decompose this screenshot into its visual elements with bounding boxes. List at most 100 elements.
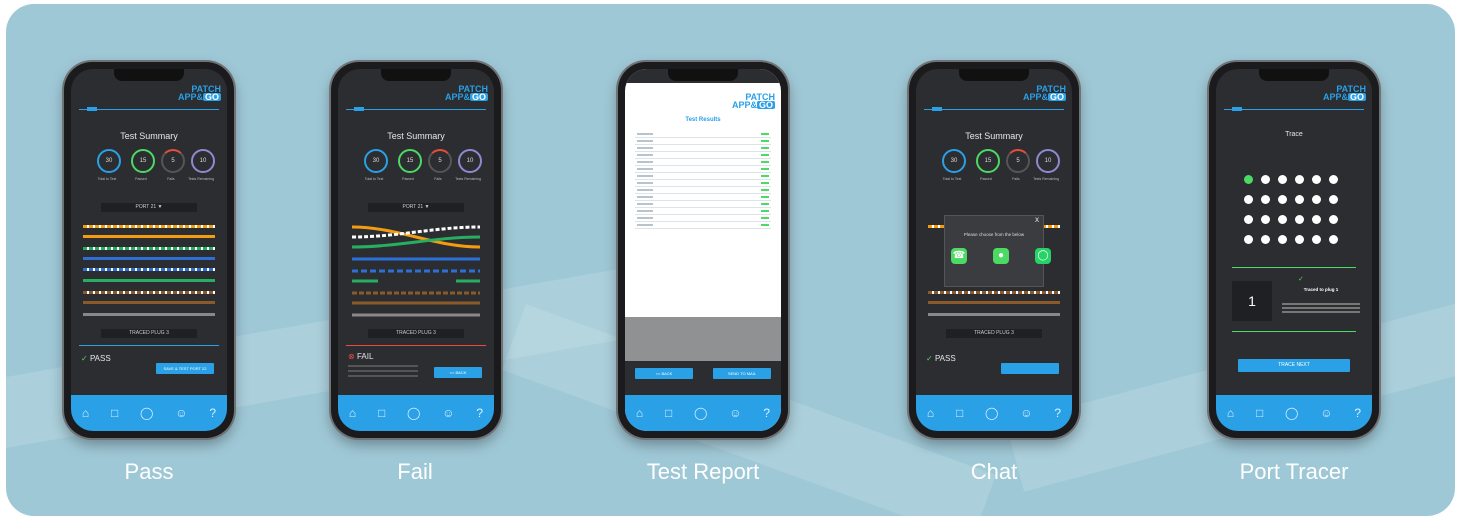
report-row-label [637,189,653,191]
port-dot[interactable] [1278,195,1287,204]
port-select[interactable]: PORT 21 ▼ [368,203,464,212]
fails-circle: 5 [1006,149,1030,173]
user-icon[interactable]: ☺ [442,406,454,420]
port-dot[interactable] [1244,215,1253,224]
send-to-mail-button[interactable]: SEND TO MAIL [713,368,771,379]
report-row [635,194,771,201]
header-tab[interactable] [87,107,97,111]
help-icon[interactable]: ? [1354,406,1361,420]
chat-icon[interactable]: ◯ [407,406,420,420]
folder-icon[interactable]: □ [378,406,385,420]
report-row [635,215,771,222]
trace-next-button[interactable]: TRACE NEXT [1238,359,1350,372]
home-icon[interactable]: ⌂ [636,406,643,420]
wire-8 [928,301,1060,304]
back-button[interactable]: << BACK [434,367,482,378]
screen-fail: PATCH APP& GO Test Summary 30 15 5 10 Tot… [338,69,494,431]
port-dot[interactable] [1261,175,1270,184]
phone-call-icon[interactable]: ☎ [951,248,967,264]
folder-icon[interactable]: □ [111,406,118,420]
whatsapp-icon[interactable]: ◯ [1035,248,1051,264]
user-icon[interactable]: ☺ [729,406,741,420]
port-dot[interactable] [1261,195,1270,204]
folder-icon[interactable]: □ [1256,406,1263,420]
message-icon[interactable]: ● [993,248,1009,264]
home-icon[interactable]: ⌂ [349,406,356,420]
help-icon[interactable]: ? [1054,406,1061,420]
port-dot[interactable] [1329,175,1338,184]
app-logo: PATCH APP& GO [177,84,221,102]
header-tab[interactable] [932,107,942,111]
wire-6 [83,279,215,282]
fail-details [348,365,418,367]
chat-icon[interactable]: ◯ [694,406,707,420]
save-test-button[interactable] [1001,363,1059,374]
report-row-label [637,161,653,163]
port-dot[interactable] [1295,215,1304,224]
header-divider [924,109,1064,110]
port-dot[interactable] [1278,175,1287,184]
header-tab[interactable] [1232,107,1242,111]
wire-5 [83,268,215,271]
help-icon[interactable]: ? [763,406,770,420]
port-dot[interactable] [1312,175,1321,184]
port-dot[interactable] [1278,235,1287,244]
trace-divider-top [1232,267,1356,268]
home-icon[interactable]: ⌂ [82,406,89,420]
report-row-result [761,196,769,198]
summary-title: Test Summary [965,131,1023,141]
header-divider [346,109,486,110]
folder-icon[interactable]: □ [665,406,672,420]
port-grid [1244,175,1344,251]
user-icon[interactable]: ☺ [1020,406,1032,420]
chat-icon[interactable]: ◯ [985,406,998,420]
home-icon[interactable]: ⌂ [927,406,934,420]
report-row [635,201,771,208]
remaining-circle: 10 [1036,149,1060,173]
home-icon[interactable]: ⌂ [1227,406,1234,420]
help-icon[interactable]: ? [476,406,483,420]
report-footer-space [625,317,781,361]
report-row-label [637,154,653,156]
wire-8 [83,301,215,304]
traced-plug: TRACED PLUG 3 [946,329,1042,338]
port-dot[interactable] [1261,235,1270,244]
folder-icon[interactable]: □ [956,406,963,420]
port-dot[interactable] [1244,235,1253,244]
port-dot[interactable] [1312,215,1321,224]
chat-icon[interactable]: ◯ [1285,406,1298,420]
port-dot[interactable] [1312,235,1321,244]
port-dot[interactable] [1329,235,1338,244]
bottom-nav: ⌂ □ ◯ ☺ ? [1216,395,1372,431]
port-dot[interactable] [1278,215,1287,224]
port-dot[interactable] [1244,195,1253,204]
port-dot[interactable] [1329,215,1338,224]
save-test-button[interactable]: SAVE & TEST PORT 22 [156,363,214,374]
port-select[interactable]: PORT 21 ▼ [101,203,197,212]
report-row-label [637,147,653,149]
port-dot[interactable] [1295,175,1304,184]
port-dot[interactable] [1295,235,1304,244]
user-icon[interactable]: ☺ [175,406,187,420]
port-dot[interactable] [1312,195,1321,204]
port-dot[interactable] [1261,215,1270,224]
chat-icon[interactable]: ◯ [140,406,153,420]
user-icon[interactable]: ☺ [1320,406,1332,420]
phone-tracer: PATCH APP& GO Trace 1 ✓ Traced to plug 1 … [1209,62,1379,438]
report-row-result [761,224,769,226]
back-button[interactable]: << BACK [635,368,693,379]
check-icon: ✓ [1298,276,1304,283]
report-row-label [637,175,653,177]
report-row-result [761,217,769,219]
report-row-label [637,210,653,212]
help-icon[interactable]: ? [209,406,216,420]
port-dot[interactable] [1244,175,1253,184]
header-tab[interactable] [354,107,364,111]
port-dot[interactable] [1329,195,1338,204]
close-icon[interactable]: X [1035,218,1039,224]
report-row [635,187,771,194]
report-row-result [761,147,769,149]
port-dot[interactable] [1295,195,1304,204]
passed-circle: 15 [131,149,155,173]
bottom-nav: ⌂ □ ◯ ☺ ? [625,395,781,431]
